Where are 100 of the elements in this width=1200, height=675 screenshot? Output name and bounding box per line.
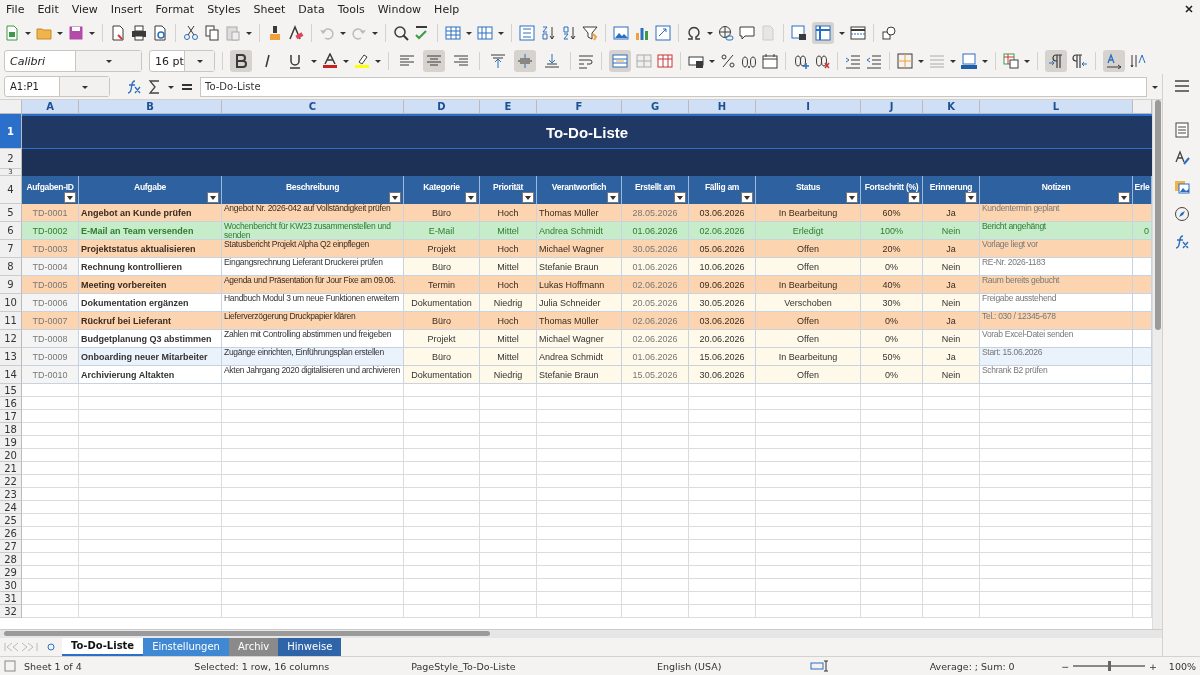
column-header[interactable]: C [222,100,404,114]
add-decimal-icon[interactable] [793,53,809,69]
row-header[interactable]: 24 [0,501,22,514]
table-columns-icon[interactable] [477,24,493,41]
dropdown-arrow-icon[interactable] [168,83,174,90]
print-area-icon[interactable] [791,24,807,41]
print-preview-icon[interactable] [152,24,168,41]
row-header[interactable]: 12 [0,330,22,348]
underline-icon[interactable] [287,53,303,69]
dropdown-arrow-icon[interactable] [246,29,252,36]
vertical-scrollbar[interactable] [1152,100,1162,629]
zoom-in-button[interactable]: + [1148,660,1157,672]
row-header[interactable]: 1 [0,114,22,149]
formula-input[interactable]: To-Do-Liste [200,76,1147,97]
row-header[interactable]: 31 [0,592,22,605]
filter-button[interactable] [1118,192,1130,203]
row-header[interactable]: 11 [0,312,22,330]
unmerge-cells-icon[interactable] [636,53,652,69]
highlighter-icon[interactable] [354,53,370,69]
row-header[interactable]: 10 [0,294,22,312]
column-header[interactable]: H [689,100,756,114]
column-header[interactable]: I [756,100,861,114]
row-header[interactable]: 27 [0,540,22,553]
column-header[interactable]: A [22,100,79,114]
menu-icon[interactable] [1173,78,1190,94]
dropdown-arrow-icon[interactable] [196,58,203,64]
printer-icon[interactable] [131,24,147,41]
decrease-indent-icon[interactable] [866,53,882,69]
spellcheck-icon[interactable] [414,24,430,41]
dropdown-arrow-icon[interactable] [375,58,381,64]
borders-icon[interactable] [897,53,913,69]
row-header[interactable]: 7 [0,240,22,258]
dropdown-arrow-icon[interactable] [709,58,715,64]
row-header[interactable]: 25 [0,514,22,527]
filter-funnel-icon[interactable] [582,24,598,41]
filter-button[interactable] [674,192,686,203]
gallery-icon[interactable] [1173,178,1190,194]
dropdown-arrow-icon[interactable] [707,29,713,36]
dropdown-arrow-icon[interactable] [466,29,472,36]
row-header[interactable]: 14 [0,366,22,384]
dropdown-arrow-icon[interactable] [1152,83,1158,90]
remove-decimal-icon[interactable] [814,53,830,69]
border-color-icon[interactable] [961,53,977,69]
row-header[interactable]: 5 [0,204,22,222]
currency-format-icon[interactable] [688,53,704,69]
column-header[interactable]: J [861,100,923,114]
menu-item[interactable]: Edit [37,2,59,16]
row-header[interactable]: 23 [0,488,22,501]
dropdown-arrow-icon[interactable] [343,58,349,64]
menu-item[interactable]: View [71,2,98,16]
table-grid-icon[interactable] [657,53,673,69]
merge-cells-icon[interactable] [612,53,628,69]
add-sheet-icon[interactable] [46,642,56,652]
filter-button[interactable] [207,192,219,203]
column-header[interactable]: G [622,100,689,114]
row-header[interactable]: 13 [0,348,22,366]
row-header[interactable]: 26 [0,527,22,540]
increase-indent-icon[interactable] [845,53,861,69]
font-size-field[interactable]: 16 pt [149,50,215,72]
column-header[interactable]: B [79,100,222,114]
vertical-text-icon[interactable] [1130,53,1146,69]
row-header[interactable]: 15 [0,384,22,397]
row-header[interactable]: 17 [0,410,22,423]
align-right-icon[interactable] [453,53,469,69]
split-window-icon[interactable] [850,24,866,41]
menu-item[interactable]: Styles [207,2,241,16]
scissors-icon[interactable] [183,24,199,41]
filter-button[interactable] [908,192,920,203]
column-header[interactable]: E [480,100,537,114]
dropdown-arrow-icon[interactable] [918,58,924,64]
horizontal-scrollbar[interactable] [0,629,1162,638]
text-direction-icon[interactable] [1106,53,1122,69]
pivot-table-icon[interactable] [655,24,671,41]
column-header[interactable]: K [923,100,980,114]
row-header[interactable]: 20 [0,449,22,462]
row-header[interactable]: 6 [0,222,22,240]
filter-button[interactable] [465,192,477,203]
row-header[interactable]: 4 [0,176,22,204]
font-name-field[interactable]: Calibri [4,50,142,72]
row-header[interactable]: 21 [0,462,22,475]
bold-icon[interactable] [233,53,249,69]
compass-icon[interactable] [1173,206,1190,222]
filter-button[interactable] [965,192,977,203]
dropdown-arrow-icon[interactable] [372,29,378,36]
sort-descending-icon[interactable] [561,24,577,41]
paintbrush-icon[interactable] [267,24,283,41]
dropdown-arrow-icon[interactable] [105,58,112,64]
dropdown-arrow-icon[interactable] [950,58,956,64]
row-header[interactable]: 30 [0,579,22,592]
dropdown-arrow-icon[interactable] [1024,58,1030,64]
filter-button[interactable] [607,192,619,203]
menu-item[interactable]: Tools [337,2,365,16]
row-header[interactable]: 32 [0,605,22,618]
column-header[interactable]: D [404,100,480,114]
menu-item[interactable]: Format [155,2,195,16]
shapes-icon[interactable] [881,24,897,41]
comment-icon[interactable] [739,24,755,41]
row-header[interactable]: 28 [0,553,22,566]
menu-item[interactable]: Insert [110,2,143,16]
dropdown-arrow-icon[interactable] [89,29,95,36]
